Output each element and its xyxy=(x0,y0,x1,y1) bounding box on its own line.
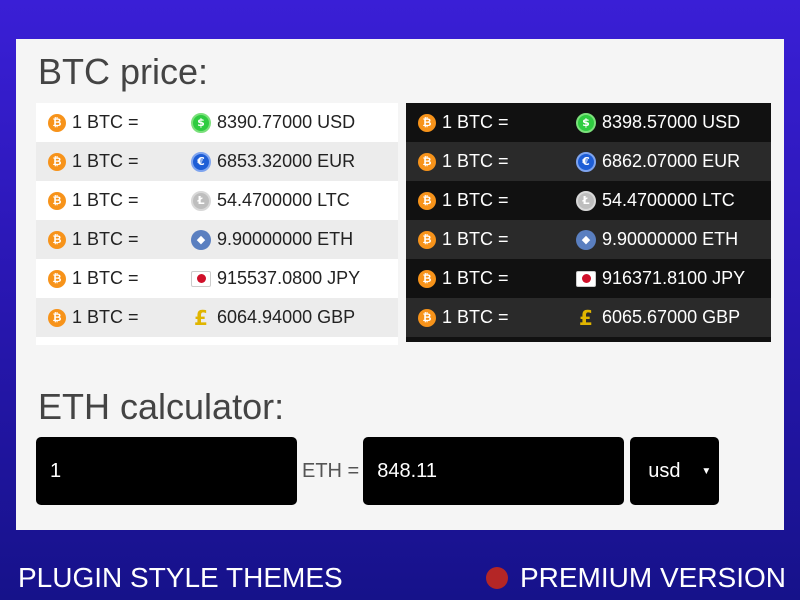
dropdown-arrow-icon: ▼ xyxy=(701,465,712,477)
rate-value: 6065.67000 GBP xyxy=(602,307,741,327)
bitcoin-icon: ₿ xyxy=(418,308,436,327)
eth-amount-input[interactable] xyxy=(36,437,297,505)
japan-flag-icon xyxy=(576,270,596,287)
bitcoin-icon: ₿ xyxy=(418,152,436,171)
rate-value: 9.90000000 ETH xyxy=(602,229,739,249)
rate-value: 54.4700000 LTC xyxy=(602,190,735,210)
red-dot-icon xyxy=(485,567,508,589)
rate-base: 1 BTC = xyxy=(442,112,509,132)
rate-base: 1 BTC = xyxy=(72,229,139,249)
bitcoin-icon: ₿ xyxy=(48,152,66,171)
rate-row: ₿ 1 BTC = ◆ 9.90000000 ETH xyxy=(36,220,398,259)
btc-price-title: BTC price: xyxy=(38,51,209,92)
rate-base: 1 BTC = xyxy=(442,307,509,327)
bitcoin-icon: ₿ xyxy=(418,269,436,288)
rate-value: 6064.94000 GBP xyxy=(217,307,356,327)
rate-row: ₿ 1 BTC = £6064.94000 GBP xyxy=(36,298,398,337)
euro-icon: € xyxy=(191,151,211,172)
ethereum-icon: ◆ xyxy=(191,229,211,250)
rate-value: 8390.77000 USD xyxy=(217,112,356,132)
japan-flag-icon xyxy=(191,270,211,287)
eth-calculator-title: ETH calculator: xyxy=(38,386,285,427)
bitcoin-icon: ₿ xyxy=(48,113,66,132)
litecoin-icon: Ł xyxy=(576,190,596,211)
bitcoin-icon: ₿ xyxy=(418,113,436,132)
currency-select[interactable]: usd ▼ xyxy=(630,437,720,505)
rate-value: 915537.0800 JPY xyxy=(217,268,361,288)
rate-row: ₿ 1 BTC = €6853.32000 EUR xyxy=(36,142,398,181)
rate-row: ₿ 1 BTC = $8398.57000 USD xyxy=(406,103,771,142)
rate-base: 1 BTC = xyxy=(72,268,139,288)
bitcoin-icon: ₿ xyxy=(418,191,436,210)
litecoin-icon: Ł xyxy=(191,190,211,211)
bitcoin-icon: ₿ xyxy=(48,230,66,249)
rate-value: 8398.57000 USD xyxy=(602,112,741,132)
pound-icon: £ xyxy=(194,305,208,330)
dollar-icon: $ xyxy=(191,112,211,133)
bitcoin-icon: ₿ xyxy=(418,230,436,249)
footer-plugin-themes: PLUGIN STYLE THEMES xyxy=(18,564,343,592)
pound-icon: £ xyxy=(579,305,593,330)
bitcoin-icon: ₿ xyxy=(48,308,66,327)
rate-base: 1 BTC = xyxy=(442,229,509,249)
rate-base: 1 BTC = xyxy=(442,268,509,288)
footer-left-text: PLUGIN STYLE THEMES xyxy=(18,562,343,593)
footer-premium: PREMIUM VERSION xyxy=(485,562,786,593)
ethereum-icon: ◆ xyxy=(576,229,596,250)
rate-base: 1 BTC = xyxy=(72,112,139,132)
widget-panel: BTC price: ₿ 1 BTC = $8390.77000 USD ₿ 1 B… xyxy=(16,39,784,530)
euro-icon: € xyxy=(576,151,596,172)
rate-row: ₿ 1 BTC = $8390.77000 USD xyxy=(36,103,398,142)
rate-base: 1 BTC = xyxy=(442,190,509,210)
rate-value: 54.4700000 LTC xyxy=(217,190,350,210)
currency-select-value: usd xyxy=(648,459,681,482)
rate-value: 6853.32000 EUR xyxy=(217,151,356,171)
bitcoin-icon: ₿ xyxy=(48,191,66,210)
bitcoin-icon: ₿ xyxy=(48,269,66,288)
rate-row: ₿ 1 BTC = 916371.8100 JPY xyxy=(406,259,771,298)
rate-row: ₿ 1 BTC = £6065.67000 GBP xyxy=(406,298,771,337)
rate-row: ₿ 1 BTC = 915537.0800 JPY xyxy=(36,259,398,298)
rate-value: 6862.07000 EUR xyxy=(602,151,741,171)
dollar-icon: $ xyxy=(576,112,596,133)
rate-row: ₿ 1 BTC = Ł 54.4700000 LTC xyxy=(36,181,398,220)
btc-rate-table-dark: ₿ 1 BTC = $8398.57000 USD ₿ 1 BTC = €6862.… xyxy=(406,103,771,342)
btc-rate-table-light: ₿ 1 BTC = $8390.77000 USD ₿ 1 BTC = €6853.… xyxy=(36,103,398,345)
rate-row: ₿ 1 BTC = €6862.07000 EUR xyxy=(406,142,771,181)
converted-result-field[interactable] xyxy=(363,437,625,505)
eth-calculator: ETH = usd ▼ xyxy=(36,437,720,505)
rate-value: 916371.8100 JPY xyxy=(602,268,746,288)
rate-base: 1 BTC = xyxy=(72,190,139,210)
rate-base: 1 BTC = xyxy=(442,151,509,171)
equals-label: ETH = xyxy=(302,459,360,482)
rate-row: ₿ 1 BTC = Ł 54.4700000 LTC xyxy=(406,181,771,220)
rate-row: ₿ 1 BTC = ◆ 9.90000000 ETH xyxy=(406,220,771,259)
rate-base: 1 BTC = xyxy=(72,307,139,327)
rate-base: 1 BTC = xyxy=(72,151,139,171)
rate-value: 9.90000000 ETH xyxy=(217,229,354,249)
footer-right-text: PREMIUM VERSION xyxy=(519,562,786,593)
